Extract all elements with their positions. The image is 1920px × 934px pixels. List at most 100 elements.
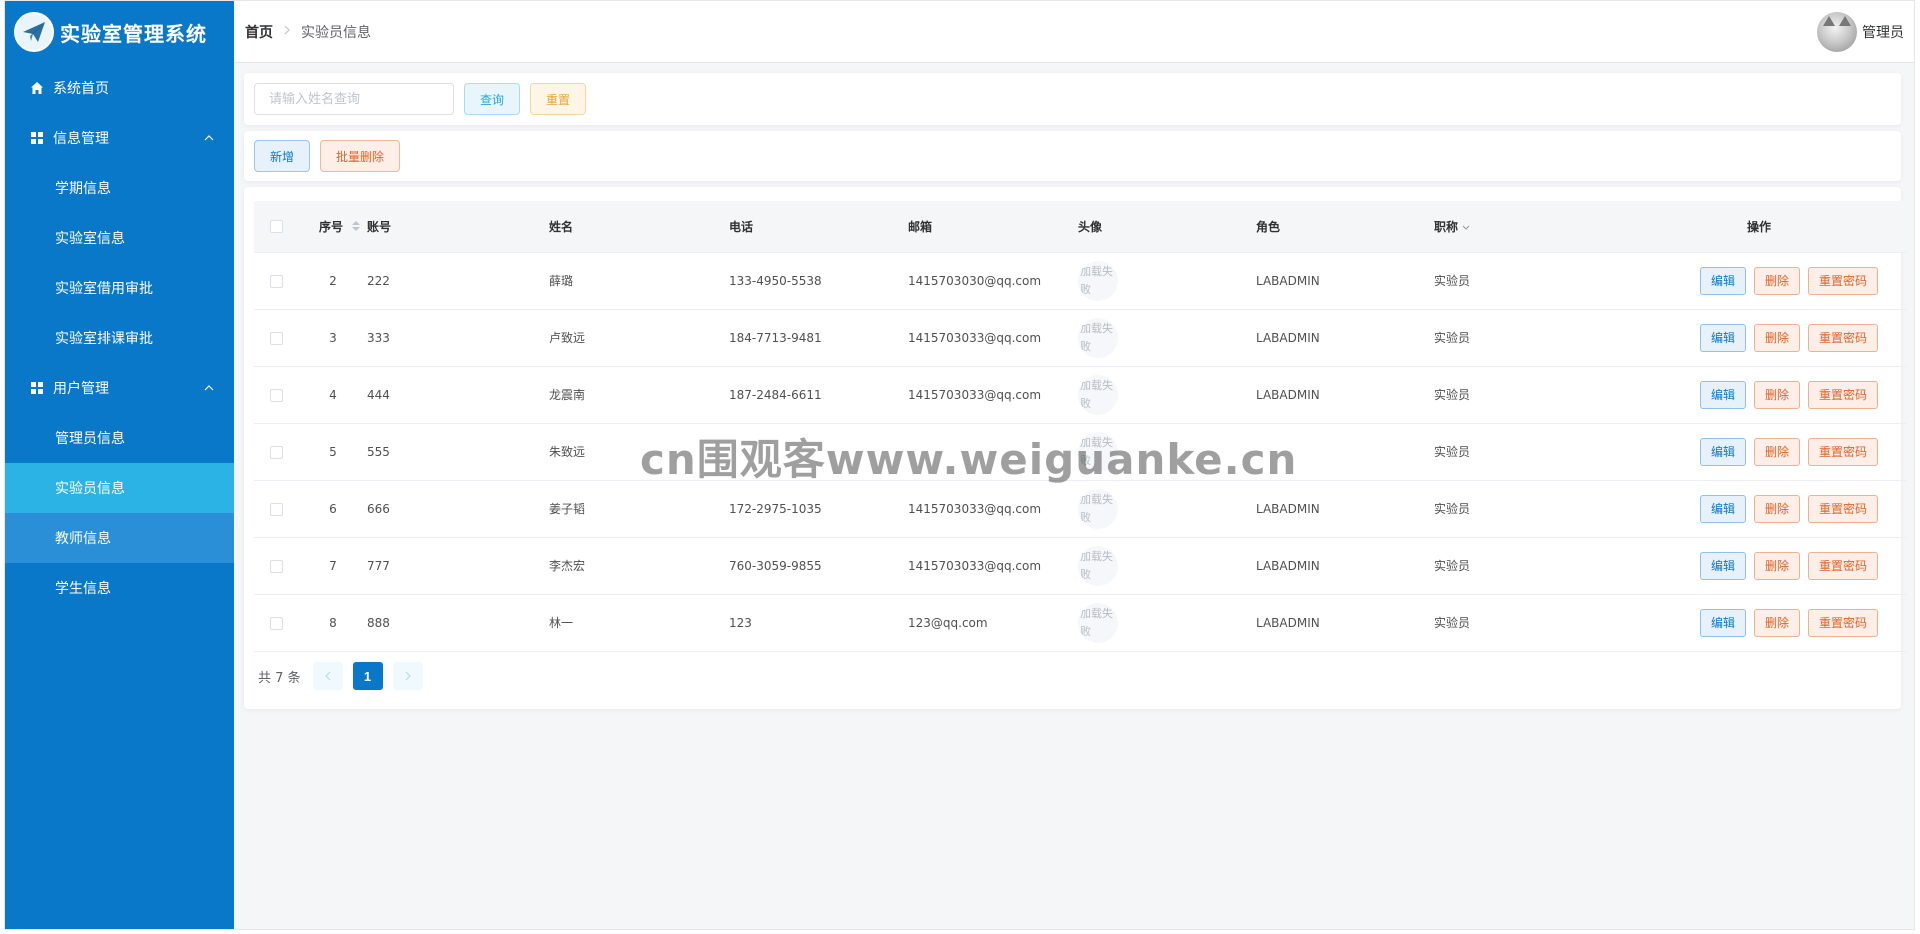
cell-actions: 编辑 删除 重置密码: [1612, 537, 1906, 595]
chevron-up-icon: [204, 381, 214, 397]
user-name[interactable]: 管理员: [1862, 22, 1904, 42]
breadcrumb-home[interactable]: 首页: [245, 22, 273, 42]
cell-name: 姜子韬: [549, 480, 729, 538]
row-checkbox[interactable]: [254, 594, 299, 652]
menu-label: 管理员信息: [55, 431, 125, 447]
prev-page-button[interactable]: [312, 662, 343, 690]
chevron-up-icon: [204, 131, 214, 147]
cell-role: LABADMIN: [1256, 537, 1434, 595]
menu-item-teacher-info[interactable]: 教师信息: [5, 513, 234, 563]
delete-button[interactable]: 删除: [1753, 380, 1800, 409]
reset-password-button[interactable]: 重置密码: [1807, 551, 1878, 580]
cell-index: 7: [299, 537, 367, 595]
menu-item-home[interactable]: 系统首页: [5, 63, 234, 113]
cell-actions: 编辑 删除 重置密码: [1612, 309, 1906, 367]
col-avatar: 头像: [1078, 201, 1256, 253]
col-account: 账号: [367, 201, 549, 253]
cell-title: 实验员: [1434, 537, 1612, 595]
cell-actions: 编辑 删除 重置密码: [1612, 423, 1906, 481]
avatar[interactable]: [1817, 12, 1857, 52]
cell-name: 龙震南: [549, 366, 729, 424]
cell-index: 2: [299, 252, 367, 310]
row-checkbox[interactable]: [254, 309, 299, 367]
total-count: 共 7 条: [258, 670, 301, 686]
cell-avatar: 加载失败: [1078, 252, 1256, 310]
delete-button[interactable]: 删除: [1753, 608, 1800, 637]
row-checkbox[interactable]: [254, 423, 299, 481]
cell-name: 薛璐: [549, 252, 729, 310]
edit-button[interactable]: 编辑: [1699, 437, 1746, 466]
col-index[interactable]: 序号: [299, 201, 367, 253]
cell-email: 1415703030@qq.com: [908, 252, 1078, 310]
name-search-input[interactable]: [254, 83, 454, 115]
menu-item-lab-schedule-approval[interactable]: 实验室排课审批: [5, 313, 234, 363]
cell-title: 实验员: [1434, 366, 1612, 424]
cell-email: [908, 423, 1078, 481]
menu-group-info-management[interactable]: 信息管理: [5, 113, 234, 163]
delete-button[interactable]: 删除: [1753, 551, 1800, 580]
sort-icon[interactable]: [351, 220, 361, 235]
menu-item-admin-info[interactable]: 管理员信息: [5, 413, 234, 463]
row-checkbox[interactable]: [254, 480, 299, 538]
operation-bar: 新增 批量删除: [244, 131, 1901, 181]
menu-item-student-info[interactable]: 学生信息: [5, 563, 234, 613]
cell-title: 实验员: [1434, 423, 1612, 481]
cell-account: 333: [367, 309, 549, 367]
reset-password-button[interactable]: 重置密码: [1807, 323, 1878, 352]
menu-label: 实验室排课审批: [55, 331, 153, 347]
reset-password-button[interactable]: 重置密码: [1807, 437, 1878, 466]
delete-button[interactable]: 删除: [1753, 437, 1800, 466]
reset-password-button[interactable]: 重置密码: [1807, 608, 1878, 637]
row-checkbox[interactable]: [254, 366, 299, 424]
edit-button[interactable]: 编辑: [1699, 494, 1746, 523]
edit-button[interactable]: 编辑: [1699, 551, 1746, 580]
menu-item-lab-staff-info[interactable]: 实验员信息: [5, 463, 234, 513]
cell-role: LABADMIN: [1256, 480, 1434, 538]
cell-name: 林一: [549, 594, 729, 652]
menu-item-lab[interactable]: 实验室信息: [5, 213, 234, 263]
edit-button[interactable]: 编辑: [1699, 380, 1746, 409]
cell-account: 222: [367, 252, 549, 310]
page-number[interactable]: 1: [352, 662, 383, 690]
next-page-button[interactable]: [392, 662, 423, 690]
edit-button[interactable]: 编辑: [1699, 266, 1746, 295]
col-email: 邮箱: [908, 201, 1078, 253]
reset-password-button[interactable]: 重置密码: [1807, 494, 1878, 523]
cell-phone: 184-7713-9481: [729, 309, 908, 367]
cell-email: 1415703033@qq.com: [908, 537, 1078, 595]
menu-item-semester[interactable]: 学期信息: [5, 163, 234, 213]
query-button[interactable]: 查询: [464, 83, 521, 115]
delete-button[interactable]: 删除: [1753, 323, 1800, 352]
cell-email: 1415703033@qq.com: [908, 480, 1078, 538]
row-checkbox[interactable]: [254, 252, 299, 310]
chevron-down-icon[interactable]: [1462, 220, 1470, 234]
cell-name: 李杰宏: [549, 537, 729, 595]
cell-account: 888: [367, 594, 549, 652]
chevron-right-icon: [283, 24, 291, 39]
table-row: 5 555 朱致远 加载失败 实验员 编辑 删除 重置密码: [254, 423, 1906, 481]
batch-delete-button[interactable]: 批量删除: [320, 140, 401, 172]
add-button[interactable]: 新增: [254, 140, 311, 172]
edit-button[interactable]: 编辑: [1699, 608, 1746, 637]
table-row: 4 444 龙震南 187-2484-6611 1415703033@qq.co…: [254, 366, 1906, 424]
delete-button[interactable]: 删除: [1753, 266, 1800, 295]
reset-password-button[interactable]: 重置密码: [1807, 380, 1878, 409]
cell-email: 1415703033@qq.com: [908, 309, 1078, 367]
cell-actions: 编辑 删除 重置密码: [1612, 252, 1906, 310]
col-title[interactable]: 职称: [1434, 201, 1612, 253]
reset-password-button[interactable]: 重置密码: [1807, 266, 1878, 295]
delete-button[interactable]: 删除: [1753, 494, 1800, 523]
lab-staff-table: 序号 账号 姓名 电话 邮箱 头像 角色 职称 操作 2 222 薛璐 133-…: [254, 201, 1906, 652]
cell-avatar: 加载失败: [1078, 423, 1256, 481]
edit-button[interactable]: 编辑: [1699, 323, 1746, 352]
row-checkbox[interactable]: [254, 537, 299, 595]
reset-button[interactable]: 重置: [530, 83, 587, 115]
image-load-failed: 加载失败: [1078, 317, 1118, 358]
cell-name: 朱致远: [549, 423, 729, 481]
user-menu[interactable]: 管理员: [1817, 12, 1904, 52]
select-all-checkbox[interactable]: [254, 201, 299, 253]
cell-avatar: 加载失败: [1078, 309, 1256, 367]
menu-item-lab-borrow-approval[interactable]: 实验室借用审批: [5, 263, 234, 313]
table-header-row: 序号 账号 姓名 电话 邮箱 头像 角色 职称 操作: [254, 201, 1906, 253]
menu-group-user-management[interactable]: 用户管理: [5, 363, 234, 413]
